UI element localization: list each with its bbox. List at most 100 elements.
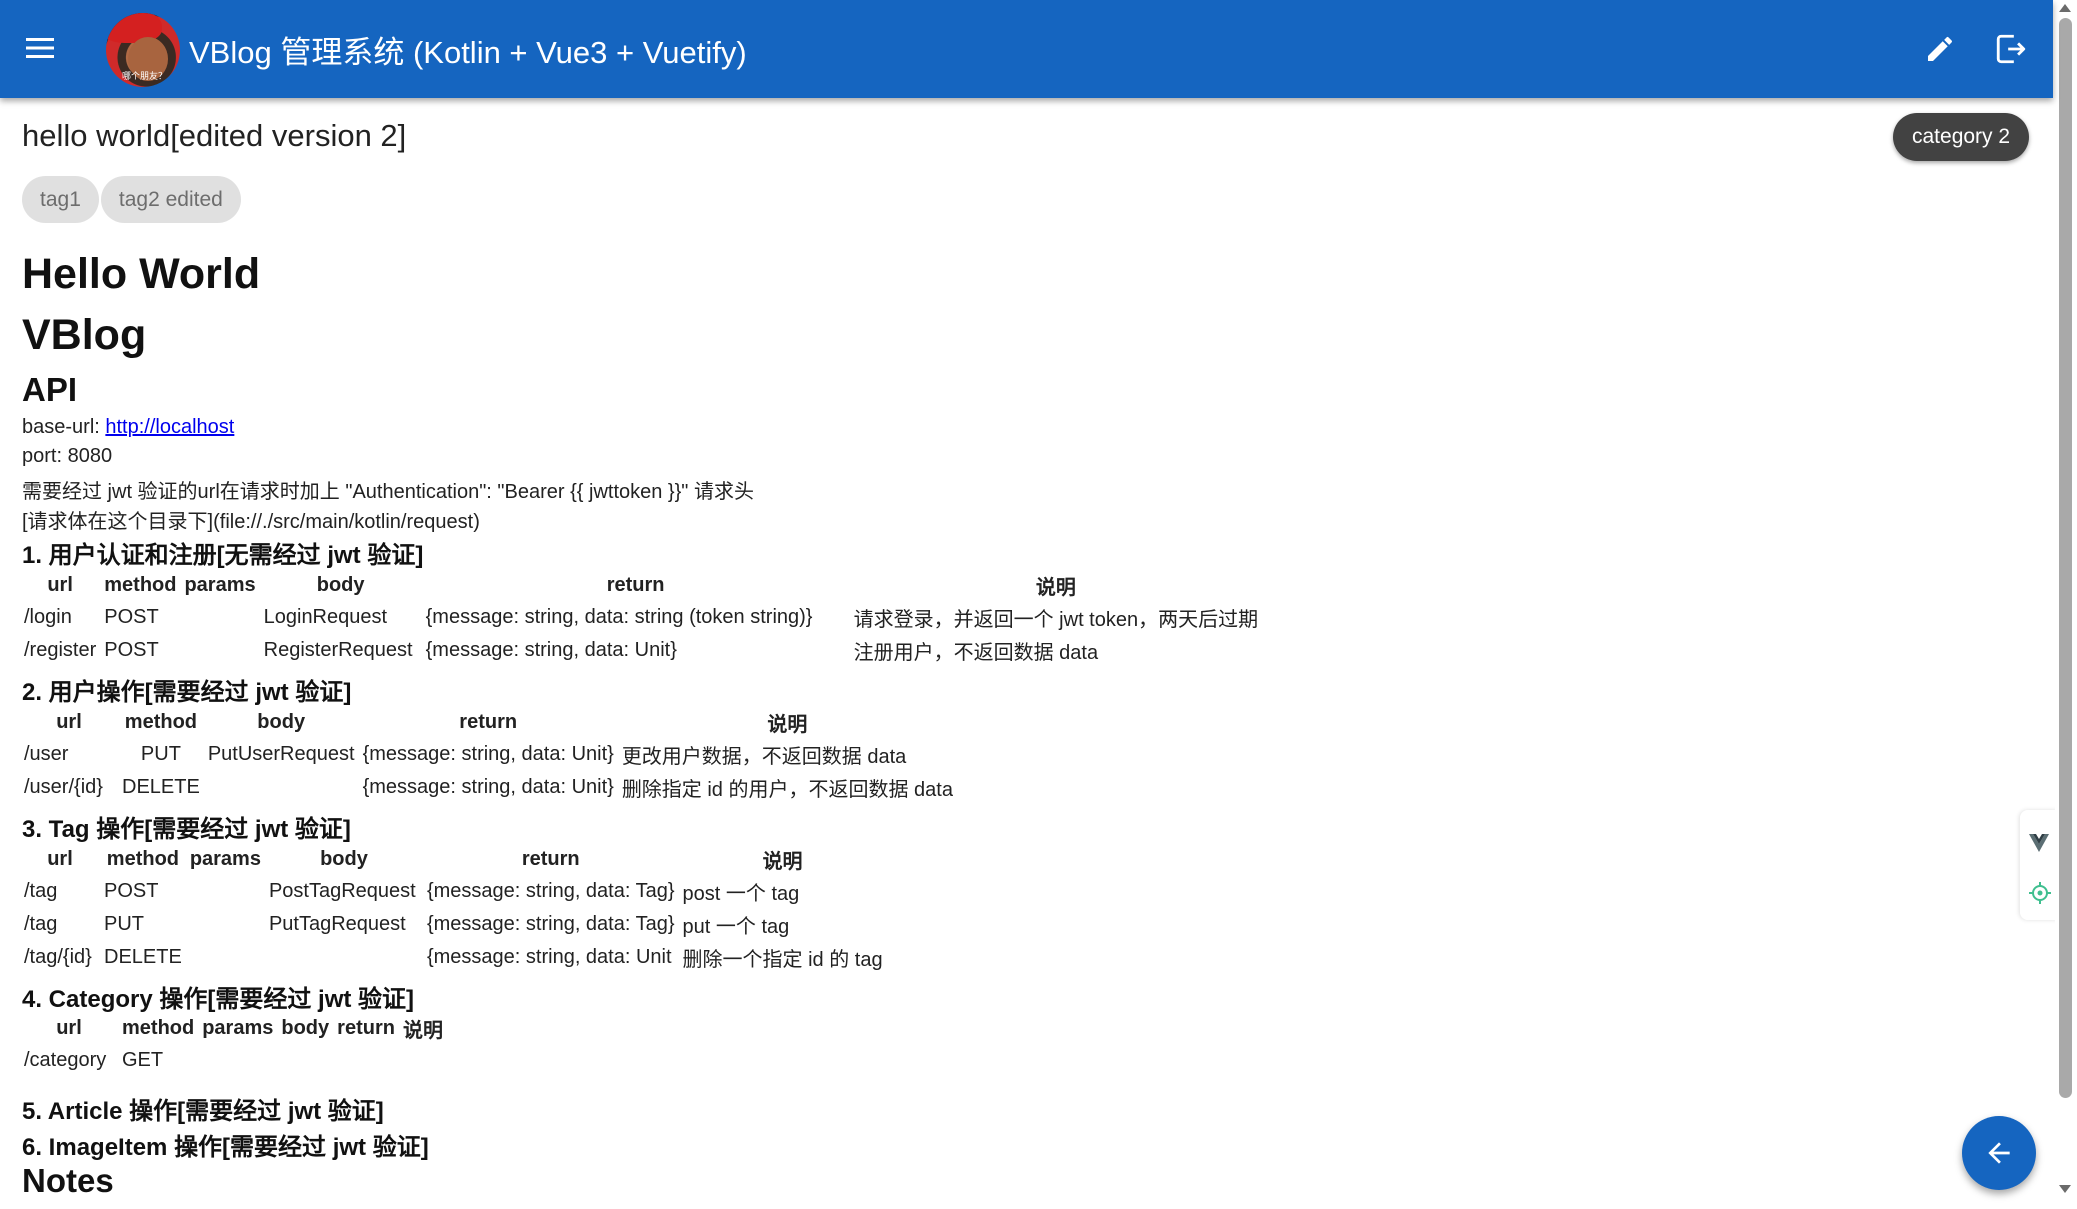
column-header: return — [459, 710, 518, 733]
table-cell: 删除指定 id 的用户，不返回数据 data — [621, 779, 953, 801]
menu-button[interactable] — [20, 28, 60, 68]
table-cell: 注册用户，不返回数据 data — [853, 642, 1099, 664]
table-cell — [186, 908, 265, 941]
table-cell: POST — [104, 880, 159, 902]
column-header: return — [521, 847, 580, 870]
table-cell: DELETE — [104, 946, 182, 968]
table-cell — [204, 771, 359, 804]
column-header: url — [47, 847, 73, 870]
heading-hello-world: Hello World — [22, 250, 261, 298]
column-header: 说明 — [762, 850, 803, 873]
tag-chip[interactable]: tag2 edited — [100, 176, 241, 223]
table-cell: {message: string, data: Unit} — [362, 743, 614, 765]
table-cell: {message: string, data: Unit} — [425, 639, 677, 661]
table-row: /tag PUT PutTagRequest {message: string,… — [20, 908, 887, 941]
column-header: params — [184, 573, 256, 596]
column-header: params — [189, 847, 261, 870]
scroll-up-icon[interactable] — [2059, 4, 2071, 12]
table-cell: LoginRequest — [263, 606, 388, 628]
table-cell — [399, 1044, 447, 1077]
table-category: url method params body return 说明 /catego… — [20, 1012, 447, 1077]
port-line: port: 8080 — [22, 445, 113, 467]
base-url-link[interactable]: http://localhost — [105, 416, 234, 438]
arrow-left-icon — [1988, 1142, 2010, 1164]
section-4-heading: 4. Category 操作[需要经过 jwt 验证] — [22, 986, 415, 1013]
heading-vblog: VBlog — [22, 311, 147, 359]
table-row: /register POST RegisterRequest {message:… — [20, 634, 1262, 667]
table-cell: /tag — [24, 880, 58, 902]
column-header: return — [337, 1016, 395, 1039]
table-cell: RegisterRequest — [263, 639, 413, 661]
table-cell — [198, 1044, 277, 1077]
logout-button[interactable] — [1990, 28, 2032, 70]
devtools-widget — [2020, 810, 2058, 920]
table-row: /category GET — [20, 1044, 447, 1077]
table-cell — [186, 875, 265, 908]
column-header: url — [56, 1016, 82, 1039]
request-dir-note: [请求体在这个目录下](file://./src/main/kotlin/req… — [22, 511, 480, 533]
scrollbar-thumb[interactable] — [2059, 18, 2072, 1098]
table-cell: POST — [104, 639, 159, 661]
base-url-label: base-url: — [22, 416, 106, 438]
column-header: 说明 — [767, 713, 808, 736]
table-cell — [180, 601, 259, 634]
target-icon[interactable] — [2029, 882, 2051, 904]
edit-button[interactable] — [1919, 28, 1961, 70]
scroll-down-icon[interactable] — [2059, 1185, 2071, 1193]
column-header: body — [316, 573, 365, 596]
column-header: method — [124, 710, 198, 733]
table-cell: PUT — [140, 743, 181, 765]
table-cell: 更改用户数据，不返回数据 data — [621, 746, 907, 768]
app-title: VBlog 管理系统 (Kotlin + Vue3 + Vuetify) — [189, 35, 747, 70]
column-header: url — [47, 573, 73, 596]
base-url-line: base-url: http://localhost — [22, 416, 234, 439]
column-header: body — [320, 847, 368, 870]
column-header: body — [281, 1016, 330, 1039]
category-chip[interactable]: category 2 — [1893, 113, 2030, 161]
column-header: return — [606, 573, 665, 596]
table-user: url method body return 说明 /user PUT PutU… — [20, 706, 957, 804]
section-1-heading: 1. 用户认证和注册[无需经过 jwt 验证] — [22, 542, 424, 569]
table-cell: /user/{id} — [24, 776, 103, 798]
table-row: /login POST LoginRequest {message: strin… — [20, 601, 1262, 634]
table-cell: {message: string, data: Unit — [426, 946, 672, 968]
column-header: params — [202, 1016, 274, 1039]
table-cell — [180, 634, 259, 667]
tag-chip[interactable]: tag1 — [22, 176, 99, 223]
table-cell: /tag/{id} — [24, 946, 92, 968]
table-cell: {message: string, data: Tag} — [426, 880, 675, 902]
table-cell: PostTagRequest — [268, 880, 416, 902]
table-cell: 删除一个指定 id 的 tag — [682, 949, 883, 971]
table-cell: /tag — [24, 913, 58, 935]
column-header: method — [104, 573, 177, 596]
table-row: /user/{id} DELETE {message: string, data… — [20, 771, 957, 804]
table-auth: url method params body return 说明 /login … — [20, 569, 1262, 667]
post-title: hello world[edited version 2] — [22, 118, 407, 153]
table-cell — [186, 941, 265, 974]
table-row: /tag/{id} DELETE {message: string, data:… — [20, 941, 887, 974]
scrollbar[interactable] — [2055, 0, 2077, 1209]
table-cell: {message: string, data: Tag} — [426, 913, 675, 935]
table-cell: 请求登录，并返回一个 jwt token，两天后过期 — [853, 609, 1259, 631]
section-3-heading: 3. Tag 操作[需要经过 jwt 验证] — [22, 816, 351, 843]
vue-devtools-icon[interactable] — [2029, 834, 2049, 852]
table-cell: POST — [104, 606, 159, 628]
avatar[interactable]: 哪个朋友？ — [106, 13, 180, 87]
heading-notes: Notes — [22, 1162, 114, 1199]
table-cell — [333, 1044, 399, 1077]
table-cell — [265, 941, 423, 974]
table-cell: PutTagRequest — [268, 913, 406, 935]
table-cell: DELETE — [122, 776, 200, 798]
app-bar: 哪个朋友？ VBlog 管理系统 (Kotlin + Vue3 + Vuetif… — [0, 0, 2053, 98]
table-row: /user PUT PutUserRequest {message: strin… — [20, 738, 957, 771]
table-cell — [277, 1044, 333, 1077]
table-cell: PutUserRequest — [207, 743, 355, 765]
column-header: body — [257, 710, 306, 733]
back-button[interactable] — [1962, 1116, 2036, 1190]
table-cell: /login — [24, 606, 72, 628]
column-header: 说明 — [1035, 576, 1076, 599]
tag-list: tag1 tag2 edited — [22, 176, 241, 223]
table-cell: put 一个 tag — [682, 916, 790, 938]
section-2-heading: 2. 用户操作[需要经过 jwt 验证] — [22, 679, 352, 706]
section-5-heading: 5. Article 操作[需要经过 jwt 验证] — [22, 1098, 384, 1125]
